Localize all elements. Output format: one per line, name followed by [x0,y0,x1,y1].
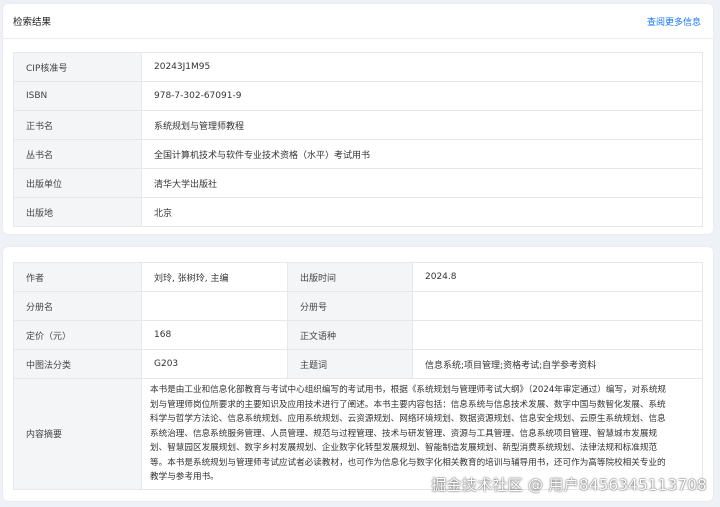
clc-value: G203 [141,349,288,379]
summary-line: 划、智慧园区发展规划、数字乡村发展规划、企业数字化转型发展规划、智能制造发展规划… [150,443,658,453]
table-row: 正书名 系统规划与管理师教程 [13,110,703,140]
part-title-label: 分册名 [13,291,142,321]
language-value [412,320,703,350]
summary-line: 系统治理、信息系统服务管理、人员管理、规范与过程管理、技术与研发管理、资源与工具… [150,428,658,439]
watermark: 掘金技术社区 @ 用户8456345113708 [431,476,707,494]
series-value: 全国计算机技术与软件专业技术资格（水平）考试用书 [141,139,703,169]
pub-date-value: 2024.8 [412,262,703,292]
summary-line: 科学与哲学方法论、信息系统规划、应用系统规划、云资源规划、网络环境规划、数据资源… [150,414,666,424]
basic-info-table: CIP核准号 20243J1M95 ISBN 978-7-302-67091-9… [13,52,703,227]
cip-label: CIP核准号 [13,52,142,82]
summary-line: 等。本书是系统规划与管理师考试应试者必读教材，也可作为信息化与数字化相关教育的培… [150,457,666,468]
cip-value: 20243J1M95 [141,52,703,82]
publisher-label: 出版单位 [13,168,142,198]
detail-info-card: 作者 刘玲, 张树玲, 主编 出版时间 2024.8 分册名 分册号 定价（元）… [3,247,713,501]
part-no-label: 分册号 [287,291,413,321]
publisher-value: 清华大学出版社 [141,168,703,198]
more-info-link[interactable]: 查阅更多信息 [647,15,701,28]
isbn-value: 978-7-302-67091-9 [141,81,703,111]
page-title: 检索结果 [13,17,52,28]
detail-info-table: 作者 刘玲, 张树玲, 主编 出版时间 2024.8 分册名 分册号 定价（元）… [13,262,703,490]
part-title-value [141,291,288,321]
author-label: 作者 [13,262,142,292]
table-row: 作者 刘玲, 张树玲, 主编 出版时间 2024.8 [13,262,703,292]
table-row: ISBN 978-7-302-67091-9 [13,81,703,111]
card-header: 检索结果 查阅更多信息 [3,4,713,39]
clc-label: 中图法分类 [13,349,142,379]
series-label: 丛书名 [13,139,142,169]
table-row: 出版地 北京 [13,197,703,227]
summary-label: 内容摘要 [13,378,142,490]
table-row: 分册名 分册号 [13,291,703,321]
summary-text: 本书是由工业和信息化部教育与考试中心组织编写的考试用书，根据《系统规划与管理师考… [141,378,703,490]
title-label: 正书名 [13,110,142,140]
table-row: CIP核准号 20243J1M95 [13,52,703,82]
subject-value: 信息系统;项目管理;资格考试;自学参考资料 [412,349,703,379]
subject-label: 主题词 [287,349,413,379]
isbn-label: ISBN [13,81,142,111]
title-value: 系统规划与管理师教程 [141,110,703,140]
summary-line: 划与管理师岗位所要求的主要知识及应用技术进行了阐述。本书主要内容包括：信息系统与… [150,399,666,410]
price-value: 168 [141,320,288,350]
pub-date-label: 出版时间 [287,262,413,292]
table-row: 定价（元） 168 正文语种 [13,320,703,350]
language-label: 正文语种 [287,320,413,350]
table-row: 丛书名 全国计算机技术与软件专业技术资格（水平）考试用书 [13,139,703,169]
place-value: 北京 [141,197,703,227]
author-value: 刘玲, 张树玲, 主编 [141,262,288,292]
search-result-card: 检索结果 查阅更多信息 CIP核准号 20243J1M95 ISBN 978-7… [3,4,713,234]
summary-line: 本书是由工业和信息化部教育与考试中心组织编写的考试用书，根据《系统规划与管理师考… [150,385,667,395]
place-label: 出版地 [13,197,142,227]
price-label: 定价（元） [13,320,142,350]
part-no-value [412,291,703,321]
table-row: 内容摘要 本书是由工业和信息化部教育与考试中心组织编写的考试用书，根据《系统规划… [13,378,703,490]
table-row: 中图法分类 G203 主题词 信息系统;项目管理;资格考试;自学参考资料 [13,349,703,379]
table-row: 出版单位 清华大学出版社 [13,168,703,198]
